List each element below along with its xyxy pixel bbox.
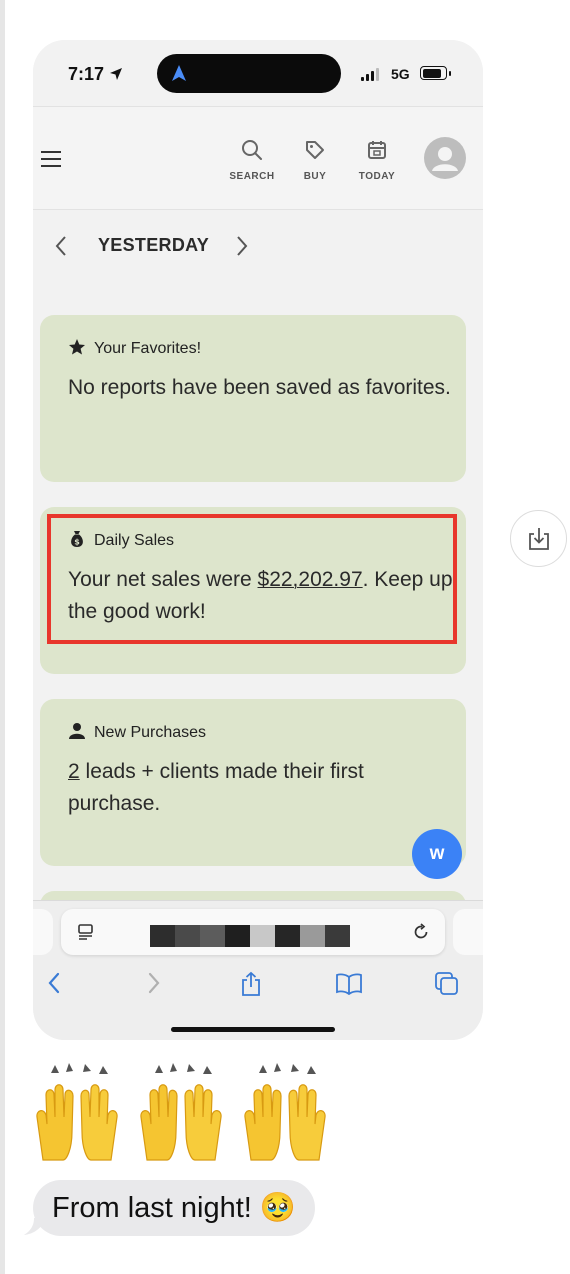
highlight-annotation-box [47,514,457,644]
previous-tab-pill[interactable] [33,909,53,955]
new-purchases-suffix: leads + clients made their first purchas… [68,760,364,815]
new-purchases-count[interactable]: 2 [68,760,80,783]
tabs-icon[interactable] [434,971,460,997]
user-avatar-icon [432,147,458,171]
page-menu-icon[interactable] [77,923,97,941]
bookmarks-icon[interactable] [335,971,363,995]
status-bar: 7:17 5G [33,40,483,106]
nav-search-button[interactable]: SEARCH [222,139,282,182]
chat-widget-button[interactable]: w [412,829,462,879]
menu-icon[interactable] [41,151,61,167]
nav-today-label: TODAY [358,171,396,182]
previous-day-chevron-icon[interactable] [53,234,69,258]
forward-icon[interactable] [145,971,163,995]
nav-buy-button[interactable]: BUY [285,139,345,182]
redacted-url [150,925,350,947]
battery-tip [449,71,451,76]
nav-search-label: SEARCH [229,171,275,182]
phone-screenshot: 7:17 5G SEARCH BUY TODAY YESTERDAY Your … [33,40,483,1040]
nav-today-button[interactable]: TODAY [347,139,407,182]
dynamic-island [157,54,341,93]
network-type: 5G [391,66,410,82]
battery-icon [420,66,447,80]
download-icon [529,528,549,550]
star-icon [69,339,85,355]
reload-icon[interactable] [411,922,431,942]
home-indicator [171,1027,335,1032]
nav-buy-label: BUY [303,171,327,182]
new-purchases-card[interactable]: New Purchases 2 leads + clients made the… [40,699,466,866]
avatar[interactable] [424,137,466,179]
save-image-button[interactable] [510,510,567,567]
message-bubble[interactable]: From last night! 🥹 [33,1180,316,1236]
person-icon [69,723,85,739]
app-header: SEARCH BUY TODAY [33,106,483,210]
cellular-signal-icon [361,68,379,81]
favorites-body: No reports have been saved as favorites. [68,376,451,399]
new-purchases-title: New Purchases [94,724,207,741]
next-day-chevron-icon[interactable] [234,234,250,258]
navigation-app-icon [172,65,186,81]
browser-bottom-bar [33,900,483,1040]
date-navigator: YESTERDAY [33,220,483,270]
left-edge-rule [0,0,5,1274]
raising-hands-emoji-row [36,1063,326,1161]
date-label: YESTERDAY [98,235,210,255]
raising-hands-icon [244,1063,326,1161]
new-purchases-body: 2 leads + clients made their first purch… [68,756,458,820]
raising-hands-icon [36,1063,118,1161]
favorites-card[interactable]: Your Favorites! No reports have been sav… [40,315,466,482]
search-icon [242,140,262,160]
address-bar[interactable] [61,909,445,955]
tag-icon [306,141,324,159]
next-tab-pill[interactable] [453,909,483,955]
raising-hands-icon [140,1063,222,1161]
favorites-title: Your Favorites! [94,340,202,357]
share-icon[interactable] [239,971,263,997]
status-time: 7:17 [68,64,105,84]
calendar-icon [368,141,386,159]
location-arrow-icon [110,68,122,80]
back-icon[interactable] [45,971,63,995]
